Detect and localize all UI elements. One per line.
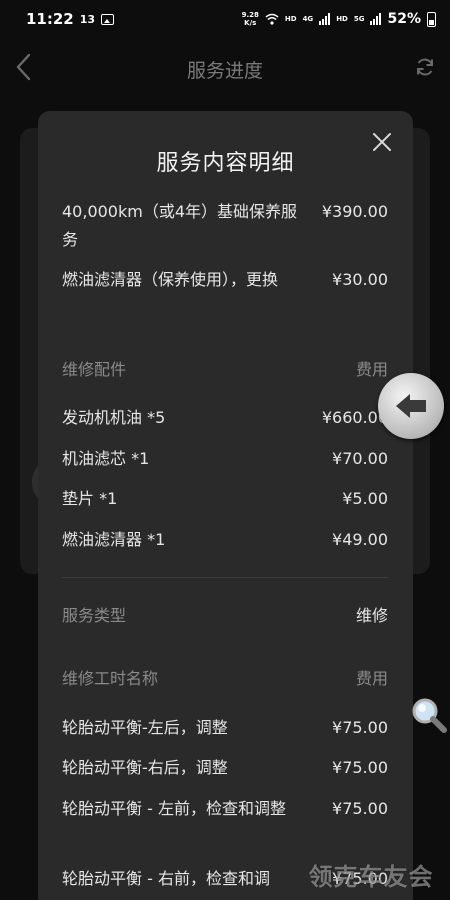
package-row: 燃油滤清器（保养使用），更换 ¥30.00 [62,266,388,294]
hd-indicator-2: HD [336,15,348,23]
labor-price: ¥75.00 [332,718,388,737]
section-divider [62,577,388,578]
gallery-icon [101,13,115,25]
labor-fee-label: 费用 [355,669,388,688]
part-row: 机油滤芯 *1 ¥70.00 [62,445,388,473]
labor-price: ¥75.00 [332,758,388,777]
package-price: ¥30.00 [332,270,388,289]
network-speed: 9.28 K/s [242,11,259,27]
part-price: ¥49.00 [332,530,388,549]
part-price: ¥5.00 [342,489,388,508]
back-chevron-icon[interactable] [12,52,36,82]
service-type-label: 服务类型 [62,606,127,625]
part-row: 发动机机油 *5 ¥660.00 [62,404,388,432]
labor-header: 维修工时名称 费用 [62,665,388,693]
refresh-icon[interactable] [414,56,436,78]
notification-count: 13 [79,12,96,26]
labor-price: ¥75.00 [332,799,388,818]
package-price: ¥390.00 [321,202,388,221]
labor-row: 轮胎动平衡-左后，调整 ¥75.00 [62,714,388,742]
back-arrow-icon [396,394,426,418]
close-icon[interactable] [371,131,393,153]
hd-indicator-1: HD [284,15,297,23]
part-name: 垫片 *1 [62,489,118,508]
labor-header-label: 维修工时名称 [62,669,159,688]
modal-title: 服务内容明细 [156,151,295,176]
labor-name: 轮胎动平衡 - 左前，检查和调整 [62,799,286,818]
network-speed-unit: K/s [244,19,257,27]
labor-name: 轮胎动平衡-左后，调整 [62,718,228,737]
part-name: 机油滤芯 *1 [62,449,150,468]
header: 服务进度 [0,38,450,100]
floating-back-button[interactable] [378,373,444,439]
signal-icon-2 [370,13,382,25]
parts-header-label: 维修配件 [62,360,127,379]
signal-icon-1 [319,13,331,25]
network-type-2: 5G [353,15,365,23]
wifi-icon [265,13,279,25]
parts-header: 维修配件 费用 [62,356,388,384]
package-name: 40,000km（或4年）基础保养服务 [62,202,298,249]
part-name: 发动机机油 *5 [62,408,166,427]
network-type-1: 4G [302,15,314,23]
package-row: 40,000km（或4年）基础保养服务 ¥390.00 [62,198,388,254]
status-time: 11:22 [26,10,74,28]
labor-row: 轮胎动平衡 - 左前，检查和调整 ¥75.00 [62,795,388,823]
labor-row: 轮胎动平衡-右后，调整 ¥75.00 [62,754,388,782]
labor-name: 轮胎动平衡 - 右前，检查和调 [62,869,270,888]
part-row: 燃油滤清器 *1 ¥49.00 [62,526,388,554]
labor-name: 轮胎动平衡-右后，调整 [62,758,228,777]
battery-icon [427,11,436,27]
package-name: 燃油滤清器（保养使用），更换 [62,270,279,289]
part-name: 燃油滤清器 *1 [62,530,166,549]
service-type-row: 服务类型 维修 [62,602,388,630]
network-speed-value: 9.28 [241,11,259,19]
part-price: ¥70.00 [332,449,388,468]
service-detail-modal: 服务内容明细 40,000km（或4年）基础保养服务 ¥390.00 燃油滤清器… [38,111,413,900]
page-title: 服务进度 [186,59,263,82]
magnifier-icon[interactable] [408,694,448,734]
status-bar: 11:22 13 9.28 K/s HD 4G HD 5G 52% [0,0,450,38]
watermark: 领克车友会 [308,862,434,891]
service-type-value: 维修 [355,606,388,625]
parts-fee-label: 费用 [355,360,388,379]
battery-percent: 52% [387,11,421,27]
part-row: 垫片 *1 ¥5.00 [62,485,388,513]
